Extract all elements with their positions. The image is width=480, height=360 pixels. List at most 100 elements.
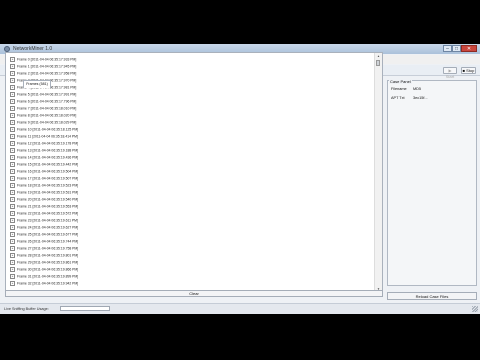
frame-row-label: Frame 32 [2011-04-04 06:35:19.942 PM] bbox=[17, 281, 79, 286]
frame-row-label: Frame 29 [2011-04-04 06:35:19.861 PM] bbox=[17, 260, 79, 265]
scrollbar-thumb[interactable] bbox=[376, 60, 380, 66]
expand-plus-icon[interactable]: + bbox=[10, 169, 15, 174]
frame-row[interactable]: + Frame 9 [2011-04-04 06:35:18.029 PM] bbox=[10, 120, 76, 126]
expand-plus-icon[interactable]: + bbox=[10, 64, 15, 69]
expand-plus-icon[interactable]: + bbox=[10, 225, 15, 230]
expand-plus-icon[interactable]: + bbox=[10, 78, 15, 83]
minimize-button[interactable]: – bbox=[443, 45, 452, 52]
frame-row[interactable]: + Frame 29 [2011-04-04 06:35:19.861 PM] bbox=[10, 260, 78, 266]
case-file-label[interactable]: APT Txt bbox=[391, 96, 405, 100]
frame-row-label: Frame 15 [2011-04-04 06:35:19.442 PM] bbox=[17, 162, 79, 167]
frame-row[interactable]: + Frame 27 [2011-04-04 06:35:19.758 PM] bbox=[10, 246, 78, 252]
case-panel bbox=[387, 80, 477, 286]
frame-row[interactable]: + Frame 25 [2011-04-04 06:35:19.677 PM] bbox=[10, 232, 78, 238]
case-file-md5[interactable]: 3ec15f... bbox=[413, 96, 428, 100]
expand-plus-icon[interactable]: + bbox=[10, 211, 15, 216]
frame-row-label: Frame 10 [2011-04-04 06:35:18.125 PM] bbox=[17, 127, 79, 132]
expand-plus-icon[interactable]: + bbox=[10, 281, 15, 286]
tab-frames[interactable]: Frames (581) bbox=[23, 80, 51, 88]
expand-plus-icon[interactable]: + bbox=[10, 57, 15, 62]
frame-row[interactable]: + Frame 11 [2011-04-04 06:35:18.414 PM] bbox=[10, 134, 78, 140]
frame-row-label: Frame 9 [2011-04-04 06:35:18.029 PM] bbox=[17, 120, 77, 125]
expand-plus-icon[interactable]: + bbox=[10, 141, 15, 146]
frames-tree[interactable]: + Frame 0 [2011-04-04 06:35:17.933 PM] + Fr… bbox=[6, 53, 376, 292]
start-button[interactable]: ▶ Start bbox=[443, 67, 457, 79]
frame-row[interactable]: + Frame 21 [2011-04-04 06:35:19.553 PM] bbox=[10, 204, 78, 210]
scroll-up-icon[interactable]: ▲ bbox=[375, 53, 382, 59]
frame-row[interactable]: + Frame 16 [2011-04-04 06:35:19.504 PM] bbox=[10, 169, 78, 175]
frame-row[interactable]: + Frame 32 [2011-04-04 06:35:19.942 PM] bbox=[10, 281, 78, 287]
close-button[interactable]: ✕ bbox=[461, 45, 477, 52]
expand-plus-icon[interactable]: + bbox=[10, 197, 15, 202]
expand-plus-icon[interactable]: + bbox=[10, 134, 15, 139]
frame-row-label: Frame 0 [2011-04-04 06:35:17.933 PM] bbox=[17, 57, 77, 62]
expand-plus-icon[interactable]: + bbox=[10, 92, 15, 97]
expand-plus-icon[interactable]: + bbox=[10, 155, 15, 160]
frame-row[interactable]: + Frame 20 [2011-04-04 06:35:19.540 PM] bbox=[10, 197, 78, 203]
frame-row[interactable]: + Frame 0 [2011-04-04 06:35:17.933 PM] bbox=[10, 57, 76, 63]
frame-row-label: Frame 5 [2011-04-04 06:35:17.991 PM] bbox=[17, 92, 77, 97]
frame-row[interactable]: + Frame 12 [2011-04-04 06:35:19.178 PM] bbox=[10, 141, 78, 147]
expand-plus-icon[interactable]: + bbox=[10, 176, 15, 181]
expand-plus-icon[interactable]: + bbox=[10, 204, 15, 209]
maximize-button[interactable]: □ bbox=[452, 45, 461, 52]
clear-button[interactable]: Clear bbox=[5, 290, 383, 297]
frame-row-label: Frame 11 [2011-04-04 06:35:18.414 PM] bbox=[17, 134, 78, 139]
frame-row-label: Frame 26 [2011-04-04 06:35:19.744 PM] bbox=[17, 239, 79, 244]
frame-row-label: Frame 16 [2011-04-04 06:35:19.504 PM] bbox=[17, 169, 79, 174]
expand-plus-icon[interactable]: + bbox=[10, 274, 15, 279]
expand-plus-icon[interactable]: + bbox=[10, 162, 15, 167]
expand-plus-icon[interactable]: + bbox=[10, 148, 15, 153]
expand-plus-icon[interactable]: + bbox=[10, 183, 15, 188]
frame-row-label: Frame 13 [2011-04-04 06:35:19.188 PM] bbox=[17, 148, 79, 153]
expand-plus-icon[interactable]: + bbox=[10, 71, 15, 76]
expand-plus-icon[interactable]: + bbox=[10, 113, 15, 118]
expand-plus-icon[interactable]: + bbox=[10, 246, 15, 251]
stop-button[interactable]: ■ Stop bbox=[461, 67, 476, 74]
frame-row[interactable]: + Frame 7 [2011-04-04 06:35:18.010 PM] bbox=[10, 106, 76, 112]
frame-row[interactable]: + Frame 1 [2011-04-04 06:35:17.945 PM] bbox=[10, 64, 76, 70]
play-icon: ▶ bbox=[448, 68, 452, 73]
expand-plus-icon[interactable]: + bbox=[10, 120, 15, 125]
frame-row[interactable]: + Frame 18 [2011-04-04 06:35:19.523 PM] bbox=[10, 183, 78, 189]
buffer-usage-progress bbox=[60, 306, 110, 311]
vertical-scrollbar[interactable]: ▲ ▼ bbox=[374, 53, 382, 292]
expand-plus-icon[interactable]: + bbox=[10, 99, 15, 104]
frame-row[interactable]: + Frame 28 [2011-04-04 06:35:19.801 PM] bbox=[10, 253, 78, 259]
frame-row[interactable]: + Frame 26 [2011-04-04 06:35:19.744 PM] bbox=[10, 239, 78, 245]
frame-row[interactable]: + Frame 10 [2011-04-04 06:35:18.125 PM] bbox=[10, 127, 78, 133]
expand-plus-icon[interactable]: + bbox=[10, 127, 15, 132]
frame-row[interactable]: + Frame 5 [2011-04-04 06:35:17.991 PM] bbox=[10, 92, 76, 98]
frame-row[interactable]: + Frame 30 [2011-04-04 06:35:19.866 PM] bbox=[10, 267, 78, 273]
frame-row-label: Frame 1 [2011-04-04 06:35:17.945 PM] bbox=[17, 64, 77, 69]
frame-row[interactable]: + Frame 19 [2011-04-04 06:35:19.531 PM] bbox=[10, 190, 78, 196]
reload-case-files-button[interactable]: Reload Case Files bbox=[387, 292, 477, 300]
case-panel-title: Case Panel bbox=[389, 79, 412, 84]
expand-plus-icon[interactable]: + bbox=[10, 239, 15, 244]
status-bar: Live Sniffing Buffer Usage: bbox=[0, 303, 480, 314]
mouse-cursor-icon bbox=[253, 246, 256, 251]
expand-plus-icon[interactable]: + bbox=[10, 190, 15, 195]
frame-row[interactable]: + Frame 15 [2011-04-04 06:35:19.442 PM] bbox=[10, 162, 78, 168]
frame-row-label: Frame 22 [2011-04-04 06:35:19.572 PM] bbox=[17, 211, 79, 216]
frame-row[interactable]: + Frame 14 [2011-04-04 06:35:19.436 PM] bbox=[10, 155, 78, 161]
expand-plus-icon[interactable]: + bbox=[10, 106, 15, 111]
expand-plus-icon[interactable]: + bbox=[10, 85, 15, 90]
frame-row[interactable]: + Frame 24 [2011-04-04 06:35:19.627 PM] bbox=[10, 225, 78, 231]
frame-row[interactable]: + Frame 13 [2011-04-04 06:35:19.188 PM] bbox=[10, 148, 78, 154]
frame-row-label: Frame 17 [2011-04-04 06:35:19.507 PM] bbox=[17, 176, 79, 181]
expand-plus-icon[interactable]: + bbox=[10, 260, 15, 265]
frame-row[interactable]: + Frame 8 [2011-04-04 06:35:18.020 PM] bbox=[10, 113, 76, 119]
frame-row[interactable]: + Frame 31 [2011-04-04 06:35:19.899 PM] bbox=[10, 274, 78, 280]
frame-row[interactable]: + Frame 17 [2011-04-04 06:35:19.507 PM] bbox=[10, 176, 78, 182]
expand-plus-icon[interactable]: + bbox=[10, 218, 15, 223]
expand-plus-icon[interactable]: + bbox=[10, 267, 15, 272]
frame-row[interactable]: + Frame 2 [2011-04-04 06:35:17.958 PM] bbox=[10, 71, 76, 77]
expand-plus-icon[interactable]: + bbox=[10, 232, 15, 237]
frame-row[interactable]: + Frame 6 [2011-04-04 06:35:17.796 PM] bbox=[10, 99, 76, 105]
resize-grip-icon[interactable] bbox=[472, 306, 478, 312]
frame-row[interactable]: + Frame 23 [2011-04-04 06:35:19.611 PM] bbox=[10, 218, 78, 224]
expand-plus-icon[interactable]: + bbox=[10, 253, 15, 258]
frame-row-label: Frame 8 [2011-04-04 06:35:18.020 PM] bbox=[17, 113, 77, 118]
frame-row[interactable]: + Frame 22 [2011-04-04 06:35:19.572 PM] bbox=[10, 211, 78, 217]
